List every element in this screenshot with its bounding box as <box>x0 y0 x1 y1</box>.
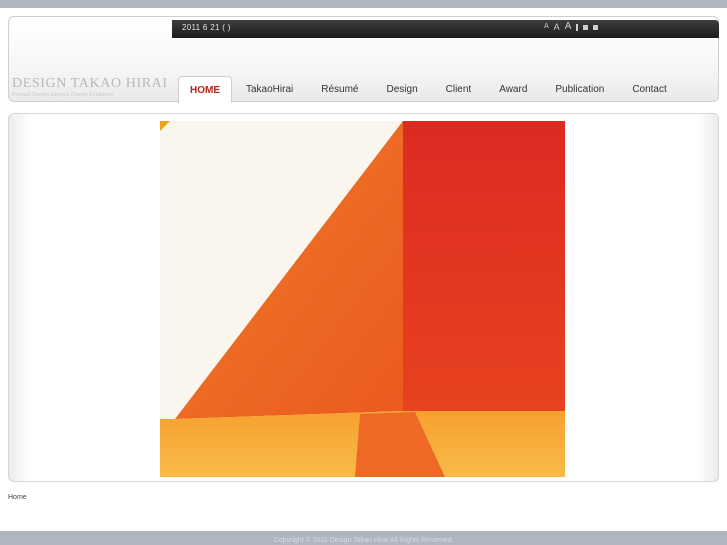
tab-publication[interactable]: Publication <box>541 76 618 103</box>
font-size-medium-button[interactable]: A <box>554 22 560 32</box>
hero-image <box>160 121 565 477</box>
tab-contact[interactable]: Contact <box>618 76 680 103</box>
tab-resume[interactable]: Résumé <box>307 76 372 103</box>
date-text: 2011 6 21 ( ) <box>182 23 231 32</box>
font-size-controls: A A A <box>544 22 599 32</box>
tab-award[interactable]: Award <box>485 76 541 103</box>
tab-client[interactable]: Client <box>432 76 486 103</box>
layout-narrow-icon[interactable] <box>576 24 579 31</box>
footer-copyright: Copyright © 2011 Design Takao Hirai All … <box>273 537 454 544</box>
tab-takaohirai[interactable]: TakaoHirai <box>232 76 307 103</box>
logo-subtitle: Product Design Graphic Design Exhibition <box>12 92 114 98</box>
layout-wide-icon[interactable] <box>593 25 599 30</box>
top-bar: 2011 6 21 ( ) A A A <box>172 20 719 38</box>
tab-home[interactable]: HOME <box>178 76 232 103</box>
tab-design[interactable]: Design <box>373 76 432 103</box>
breadcrumb[interactable]: Home <box>8 494 27 501</box>
layout-medium-icon[interactable] <box>583 25 589 30</box>
logo-title: DESIGN TAKAO HIRAI <box>12 76 168 91</box>
font-size-small-button[interactable]: A <box>544 22 549 32</box>
site-logo[interactable]: DESIGN TAKAO HIRAI Product Design Graphi… <box>12 76 168 99</box>
main-nav: HOME TakaoHirai Résumé Design Client Awa… <box>178 76 681 103</box>
font-size-large-button[interactable]: A <box>565 22 572 32</box>
page: 2011 6 21 ( ) A A A DESIGN TAKAO HIRAI P… <box>0 8 727 531</box>
